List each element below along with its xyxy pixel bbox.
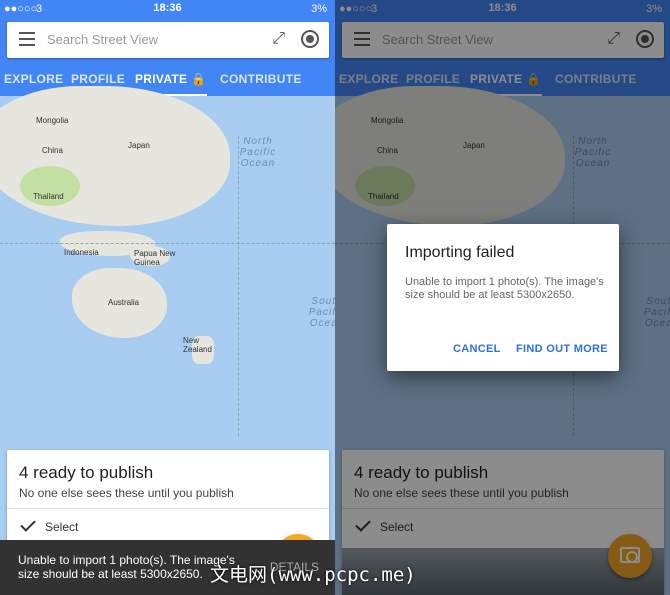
checkmark-icon xyxy=(20,516,36,532)
fullscreen-icon[interactable]: ⤢ xyxy=(272,30,285,48)
cancel-button[interactable]: CANCEL xyxy=(453,343,501,355)
watermark: 文电网(www.pcpc.me) xyxy=(210,564,416,586)
map-label-papua: Papua New Guinea xyxy=(134,249,176,267)
lock-icon: 🔒 xyxy=(190,72,207,86)
search-input[interactable]: Search Street View xyxy=(47,32,158,47)
equator-line xyxy=(0,243,335,244)
card-divider xyxy=(7,508,329,509)
map-label-mongolia: Mongolia xyxy=(36,116,69,125)
tab-contribute[interactable]: CONTRIBUTE xyxy=(220,72,302,86)
app-bar: Search Street View ⤢ EXPLORE PROFILE PRI… xyxy=(0,18,335,96)
dialog-message: Unable to import 1 photo(s). The image's… xyxy=(405,276,604,301)
tab-explore[interactable]: EXPLORE xyxy=(4,72,63,86)
map-label-south-pacific: South Pacific Ocean xyxy=(308,296,335,329)
clock: 18:36 xyxy=(153,2,182,14)
map-label-new-zealand: New Zealand xyxy=(183,336,212,354)
card-title: 4 ready to publish xyxy=(19,463,154,482)
dateline xyxy=(238,136,239,436)
dialog-title: Importing failed xyxy=(405,244,515,261)
map-label-north-pacific: North Pacific Ocean xyxy=(239,136,277,169)
tab-private[interactable]: PRIVATE 🔒 xyxy=(135,72,206,86)
select-button[interactable]: Select xyxy=(20,516,79,534)
map-label-australia: Australia xyxy=(108,298,140,307)
map-label-indonesia: Indonesia xyxy=(64,248,99,257)
my-location-icon[interactable] xyxy=(301,30,319,48)
map-label-china: China xyxy=(42,146,63,155)
menu-icon[interactable] xyxy=(19,32,35,46)
left-screen: ●●○○○ 3 18:36 3% Search Street View ⤢ EX… xyxy=(0,0,335,595)
status-bar: ●●○○○ 3 18:36 3% xyxy=(0,0,335,18)
right-screen: ●●○○○ 3 18:36 3% Search Street View ⤢ EX… xyxy=(335,0,670,595)
map-label-thailand: Thailand xyxy=(33,192,64,201)
card-subtitle: No one else sees these until you publish xyxy=(19,486,234,500)
map-label-japan: Japan xyxy=(128,141,150,150)
import-failed-dialog: Importing failed Unable to import 1 phot… xyxy=(387,224,619,371)
find-out-more-button[interactable]: FIND OUT MORE xyxy=(516,343,608,355)
asia-landmass xyxy=(0,86,230,226)
battery-label: 3% xyxy=(311,3,327,15)
select-label: Select xyxy=(45,520,79,534)
tab-private-label: PRIVATE xyxy=(135,72,188,86)
search-bar[interactable]: Search Street View ⤢ xyxy=(7,22,329,58)
tab-profile[interactable]: PROFILE xyxy=(71,72,125,86)
